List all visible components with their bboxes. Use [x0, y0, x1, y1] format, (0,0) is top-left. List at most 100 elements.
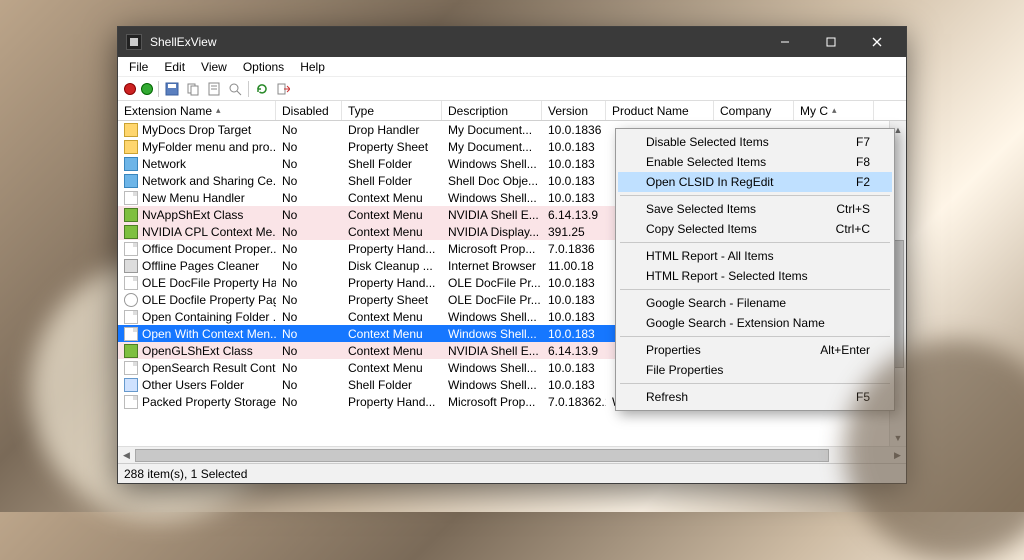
- context-menu-item[interactable]: Copy Selected ItemsCtrl+C: [618, 219, 892, 239]
- cell: NVIDIA Shell E...: [442, 344, 542, 358]
- cell: No: [276, 276, 342, 290]
- exit-icon[interactable]: [275, 81, 291, 97]
- col-company[interactable]: Company: [714, 101, 794, 120]
- cell: No: [276, 327, 342, 341]
- cell: No: [276, 208, 342, 222]
- copy-icon[interactable]: [185, 81, 201, 97]
- col-extension-name[interactable]: Extension Name▴: [118, 101, 276, 120]
- cell: Network and Sharing Ce...: [118, 174, 276, 188]
- menubar: File Edit View Options Help: [118, 57, 906, 77]
- cell: Windows Shell...: [442, 191, 542, 205]
- context-menu-item[interactable]: Open CLSID In RegEditF2: [618, 172, 892, 192]
- cell: OLE DocFile Property Ha...: [118, 276, 276, 290]
- cell: OpenGLShExt Class: [118, 344, 276, 358]
- menu-item-label: Google Search - Extension Name: [646, 316, 825, 330]
- cell: Windows Shell...: [442, 327, 542, 341]
- col-myc[interactable]: My C▴: [794, 101, 874, 120]
- cell: 10.0.183: [542, 157, 606, 171]
- horizontal-scrollbar[interactable]: ◀ ▶: [118, 446, 906, 463]
- refresh-icon[interactable]: [254, 81, 270, 97]
- minimize-button[interactable]: [762, 27, 808, 57]
- cell: Open With Context Men...: [118, 327, 276, 341]
- menu-edit[interactable]: Edit: [157, 59, 192, 76]
- context-menu-item[interactable]: HTML Report - Selected Items: [618, 266, 892, 286]
- cell: No: [276, 310, 342, 324]
- scroll-right-icon[interactable]: ▶: [889, 447, 906, 464]
- column-headers: Extension Name▴ Disabled Type Descriptio…: [118, 101, 906, 121]
- menu-file[interactable]: File: [122, 59, 155, 76]
- menu-help[interactable]: Help: [293, 59, 332, 76]
- col-version[interactable]: Version: [542, 101, 606, 120]
- cell: No: [276, 259, 342, 273]
- titlebar[interactable]: ShellExView: [118, 27, 906, 57]
- cell: 6.14.13.9: [542, 208, 606, 222]
- disable-dot-icon[interactable]: [124, 83, 136, 95]
- cell: No: [276, 395, 342, 409]
- menu-view[interactable]: View: [194, 59, 234, 76]
- cell: OLE DocFile Pr...: [442, 276, 542, 290]
- cell: 391.25: [542, 225, 606, 239]
- menu-options[interactable]: Options: [236, 59, 291, 76]
- cell: No: [276, 174, 342, 188]
- statusbar: 288 item(s), 1 Selected: [118, 463, 906, 483]
- cell: 10.0.1836: [542, 123, 606, 137]
- sort-asc-icon: ▴: [832, 105, 837, 116]
- cell: Packed Property Storage...: [118, 395, 276, 409]
- maximize-button[interactable]: [808, 27, 854, 57]
- cell: Property Hand...: [342, 276, 442, 290]
- cell: MyFolder menu and pro...: [118, 140, 276, 154]
- cell: Context Menu: [342, 225, 442, 239]
- menu-item-shortcut: F2: [856, 175, 870, 189]
- folder-icon: [124, 140, 138, 154]
- col-type[interactable]: Type: [342, 101, 442, 120]
- nv-icon: [124, 208, 138, 222]
- scroll-down-icon[interactable]: ▼: [890, 429, 906, 446]
- context-menu-item[interactable]: File Properties: [618, 360, 892, 380]
- col-disabled[interactable]: Disabled: [276, 101, 342, 120]
- context-menu-item[interactable]: Save Selected ItemsCtrl+S: [618, 199, 892, 219]
- cell: 10.0.183: [542, 174, 606, 188]
- toolbar-separator: [248, 81, 249, 97]
- cell: No: [276, 225, 342, 239]
- context-menu-item[interactable]: RefreshF5: [618, 387, 892, 407]
- properties-icon[interactable]: [206, 81, 222, 97]
- window-title: ShellExView: [150, 35, 762, 49]
- cell: Internet Browser: [442, 259, 542, 273]
- cell: Other Users Folder: [118, 378, 276, 392]
- context-menu[interactable]: Disable Selected ItemsF7Enable Selected …: [615, 128, 895, 411]
- cell: OLE Docfile Property Page: [118, 293, 276, 307]
- close-button[interactable]: [854, 27, 900, 57]
- col-description[interactable]: Description: [442, 101, 542, 120]
- context-menu-item[interactable]: Enable Selected ItemsF8: [618, 152, 892, 172]
- context-menu-item[interactable]: Google Search - Extension Name: [618, 313, 892, 333]
- menu-item-label: Copy Selected Items: [646, 222, 757, 236]
- doc-icon: [124, 276, 138, 290]
- cell: Shell Folder: [342, 157, 442, 171]
- save-icon[interactable]: [164, 81, 180, 97]
- cell: Network: [118, 157, 276, 171]
- cell: Property Hand...: [342, 395, 442, 409]
- find-icon[interactable]: [227, 81, 243, 97]
- cell: OpenSearch Result Cont...: [118, 361, 276, 375]
- enable-dot-icon[interactable]: [141, 83, 153, 95]
- menu-item-label: Enable Selected Items: [646, 155, 766, 169]
- context-menu-item[interactable]: Disable Selected ItemsF7: [618, 132, 892, 152]
- cell: No: [276, 361, 342, 375]
- cell: Disk Cleanup ...: [342, 259, 442, 273]
- cell: My Document...: [442, 123, 542, 137]
- context-menu-item[interactable]: PropertiesAlt+Enter: [618, 340, 892, 360]
- context-menu-item[interactable]: Google Search - Filename: [618, 293, 892, 313]
- menu-separator: [620, 195, 890, 196]
- col-product[interactable]: Product Name: [606, 101, 714, 120]
- cell: NVIDIA CPL Context Me...: [118, 225, 276, 239]
- cell: 10.0.183: [542, 310, 606, 324]
- cell: 7.0.1836: [542, 242, 606, 256]
- context-menu-item[interactable]: HTML Report - All Items: [618, 246, 892, 266]
- scroll-left-icon[interactable]: ◀: [118, 447, 135, 464]
- scroll-thumb[interactable]: [135, 449, 829, 462]
- cell: Shell Folder: [342, 174, 442, 188]
- eye-icon: [124, 293, 138, 307]
- cell: 10.0.183: [542, 378, 606, 392]
- menu-item-label: Google Search - Filename: [646, 296, 786, 310]
- cell: Windows Shell...: [442, 310, 542, 324]
